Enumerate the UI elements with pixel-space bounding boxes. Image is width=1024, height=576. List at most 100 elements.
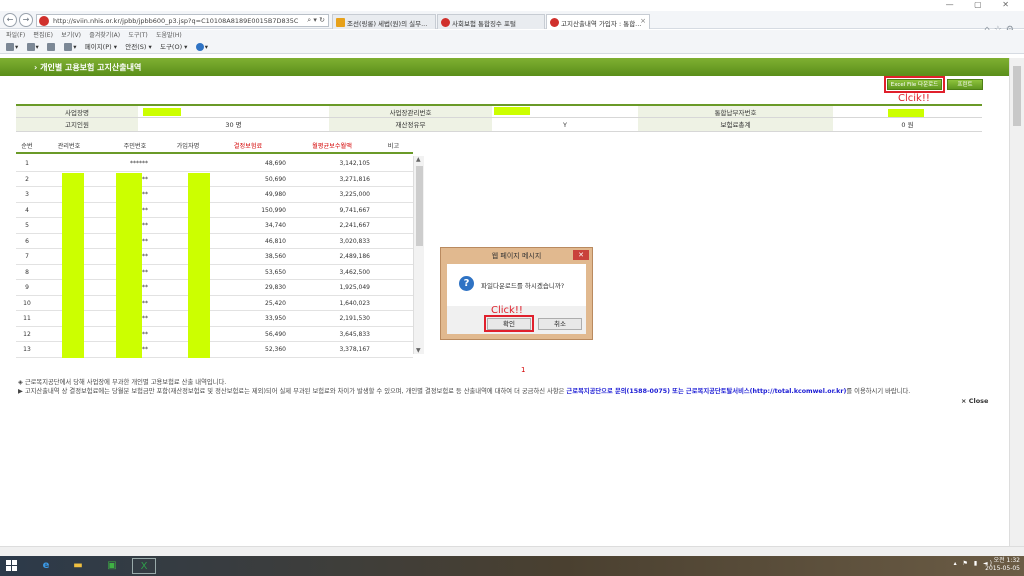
tab-label: 고지산출내역 가입자 : 통합... xyxy=(561,20,642,28)
col-premium: 결정보험료 xyxy=(233,143,263,150)
cell-no: 3 xyxy=(25,191,29,198)
menu-favorites[interactable]: 즐겨찾기(A) xyxy=(89,32,120,39)
dialog-close-button[interactable]: ✕ xyxy=(573,250,589,260)
browser-tab[interactable]: 조선(링롱) 세법(원)의 실무... xyxy=(332,14,436,29)
close-link[interactable]: × Close xyxy=(961,397,988,405)
cell-note xyxy=(374,265,413,280)
redaction-mask xyxy=(494,107,530,115)
browser-tab-active[interactable]: 고지산출내역 가입자 : 통합... × xyxy=(546,14,650,29)
note-line-2: ▶ 고지산출내역 상 결정보험료에는 당월분 보험금만 포함(재산정보험료 및 … xyxy=(18,386,910,395)
callout-text-excel: Clcik!! xyxy=(898,93,930,104)
cell-no: 14 xyxy=(16,358,38,359)
taskbar: e ▬ ▣ X ▴ ⚑ ▮ ◄) 오전 1:32 2015-05-05 xyxy=(0,556,1024,576)
table-scrollbar[interactable]: ▲ ▼ xyxy=(413,156,424,354)
horizontal-scrollbar[interactable] xyxy=(0,546,1024,556)
windows-start-icon[interactable] xyxy=(6,560,18,572)
menu-tools[interactable]: 도구(T) xyxy=(128,32,147,39)
cell-premium: 29,830 xyxy=(265,284,286,291)
forward-icon[interactable]: → xyxy=(19,13,33,27)
contact-link[interactable]: 근로복지공단으로 문의(1588-0075) 또는 근로복지공단토탈서비스(ht… xyxy=(566,388,846,395)
clock[interactable]: 오전 1:32 2015-05-05 xyxy=(985,557,1020,573)
col-name: 가입자명 xyxy=(176,143,200,150)
cell-note xyxy=(374,296,413,311)
redaction-mask xyxy=(62,173,84,358)
menu-edit[interactable]: 편집(E) xyxy=(33,32,53,39)
label-total: 보험료총계 xyxy=(638,118,833,131)
address-bar[interactable]: http://sviin.nhis.or.kr/jpbb/jpbb600_p3.… xyxy=(36,14,329,27)
table-header: 순번 관리번호 주민번호 가입자명 결정보험료 월평균보수월액 비고 xyxy=(16,139,413,154)
cell-note xyxy=(374,234,413,249)
value-total: 0 원 xyxy=(901,121,914,129)
cell-avg-pay: 1,925,049 xyxy=(339,284,370,291)
cell-no: 13 xyxy=(23,346,31,353)
page-scrollbar[interactable] xyxy=(1009,58,1024,546)
cell-note xyxy=(374,203,413,218)
col-note: 비고 xyxy=(387,143,400,150)
table-body[interactable]: 1 ****** 48,690 3,142,105 2 ****** 50,690 3,271… xyxy=(16,156,413,358)
cancel-button[interactable]: 취소 xyxy=(538,318,582,330)
clock-date: 2015-05-05 xyxy=(985,565,1020,572)
help-icon[interactable]: ▾ xyxy=(195,43,208,51)
cell-premium: 50,690 xyxy=(265,175,286,183)
summary-row: 사업장명 사업장관리번호 통합납부자번호 xyxy=(16,104,982,118)
redaction-mask xyxy=(188,173,210,358)
command-safety[interactable]: 안전(S) ▾ xyxy=(125,43,152,51)
cell-note xyxy=(374,342,413,357)
col-mgmt-no: 관리번호 xyxy=(57,143,81,150)
cell-avg-pay: 3,645,833 xyxy=(339,330,370,338)
page-title: 개인별 고용보험 고지산출내역 xyxy=(40,63,142,72)
col-avg-pay: 월평균보수월액 xyxy=(312,143,352,150)
command-tools[interactable]: 도구(O) ▾ xyxy=(160,43,187,51)
scroll-thumb[interactable] xyxy=(1013,66,1021,126)
cell-premium: 52,360 xyxy=(265,346,286,353)
note-line-1: ◈ 근로복지공단에서 당해 사업장에 부과한 개인별 고용보험료 산출 내역입니… xyxy=(18,379,227,386)
menu-file[interactable]: 파일(F) xyxy=(6,32,25,39)
label-headcount: 고지인원 xyxy=(16,118,138,131)
scroll-down-icon[interactable]: ▼ xyxy=(416,347,421,354)
excel-icon[interactable]: X xyxy=(132,558,156,574)
cell-mgmt-no xyxy=(38,156,100,171)
menu-help[interactable]: 도움말(H) xyxy=(156,32,182,39)
cell-no: 7 xyxy=(25,253,29,260)
cell-avg-pay: 3,271,816 xyxy=(339,175,370,183)
cell-no: 4 xyxy=(25,206,29,214)
cell-note xyxy=(374,358,413,359)
cell-premium: 34,740 xyxy=(265,222,286,229)
cell-avg-pay: 1,640,023 xyxy=(339,299,370,307)
redaction-mask xyxy=(116,173,142,358)
scroll-thumb[interactable] xyxy=(416,166,423,246)
home-icon[interactable]: ▾ xyxy=(6,43,18,51)
scroll-up-icon[interactable]: ▲ xyxy=(416,156,421,163)
tab-close-icon[interactable]: × xyxy=(640,17,646,25)
search-refresh-icon[interactable]: ⌕ ▾ ↻ xyxy=(307,16,325,25)
redaction-mask xyxy=(888,109,924,117)
value-recalc: Y xyxy=(563,121,567,129)
menu-view[interactable]: 보기(V) xyxy=(61,32,81,39)
window-controls[interactable]: — ▢ ✕ xyxy=(946,0,1018,9)
cell-premium: 150,990 xyxy=(261,206,286,214)
label-recalc: 재산정유무 xyxy=(329,118,492,131)
file-explorer-icon[interactable]: ▬ xyxy=(66,558,90,574)
note-text-end: 를 이용하시기 바랍니다. xyxy=(846,388,911,395)
cell-avg-pay: 3,225,000 xyxy=(339,191,370,198)
feeds-icon[interactable]: ▾ xyxy=(26,43,39,51)
cell-premium: 20,620 xyxy=(206,358,290,359)
cell-note xyxy=(374,280,413,295)
value-workplace xyxy=(138,106,329,117)
address-url[interactable]: http://sviin.nhis.or.kr/jpbb/jpbb600_p3.… xyxy=(53,17,298,25)
browser-tab[interactable]: 사회보험 통합징수 포털 xyxy=(437,14,545,29)
ie-icon[interactable]: e xyxy=(34,558,58,574)
cell-no: 8 xyxy=(25,268,29,276)
back-icon[interactable]: ← xyxy=(3,13,17,27)
dialog-footer: Click!! 확인 취소 xyxy=(447,305,586,334)
print-icon[interactable]: ▾ xyxy=(64,43,77,51)
mail-icon[interactable] xyxy=(47,43,56,51)
value-payer-id xyxy=(833,106,982,117)
cell-avg-pay: 1,331,185 xyxy=(290,358,374,359)
command-page[interactable]: 페이지(P) ▾ xyxy=(85,43,117,51)
page-number[interactable]: 1 xyxy=(521,366,525,374)
store-icon[interactable]: ▣ xyxy=(100,558,124,574)
cell-rrn: ****** xyxy=(130,160,148,167)
print-button[interactable]: 프린트 xyxy=(947,79,983,90)
tab-label: 조선(링롱) 세법(원)의 실무... xyxy=(347,20,428,28)
